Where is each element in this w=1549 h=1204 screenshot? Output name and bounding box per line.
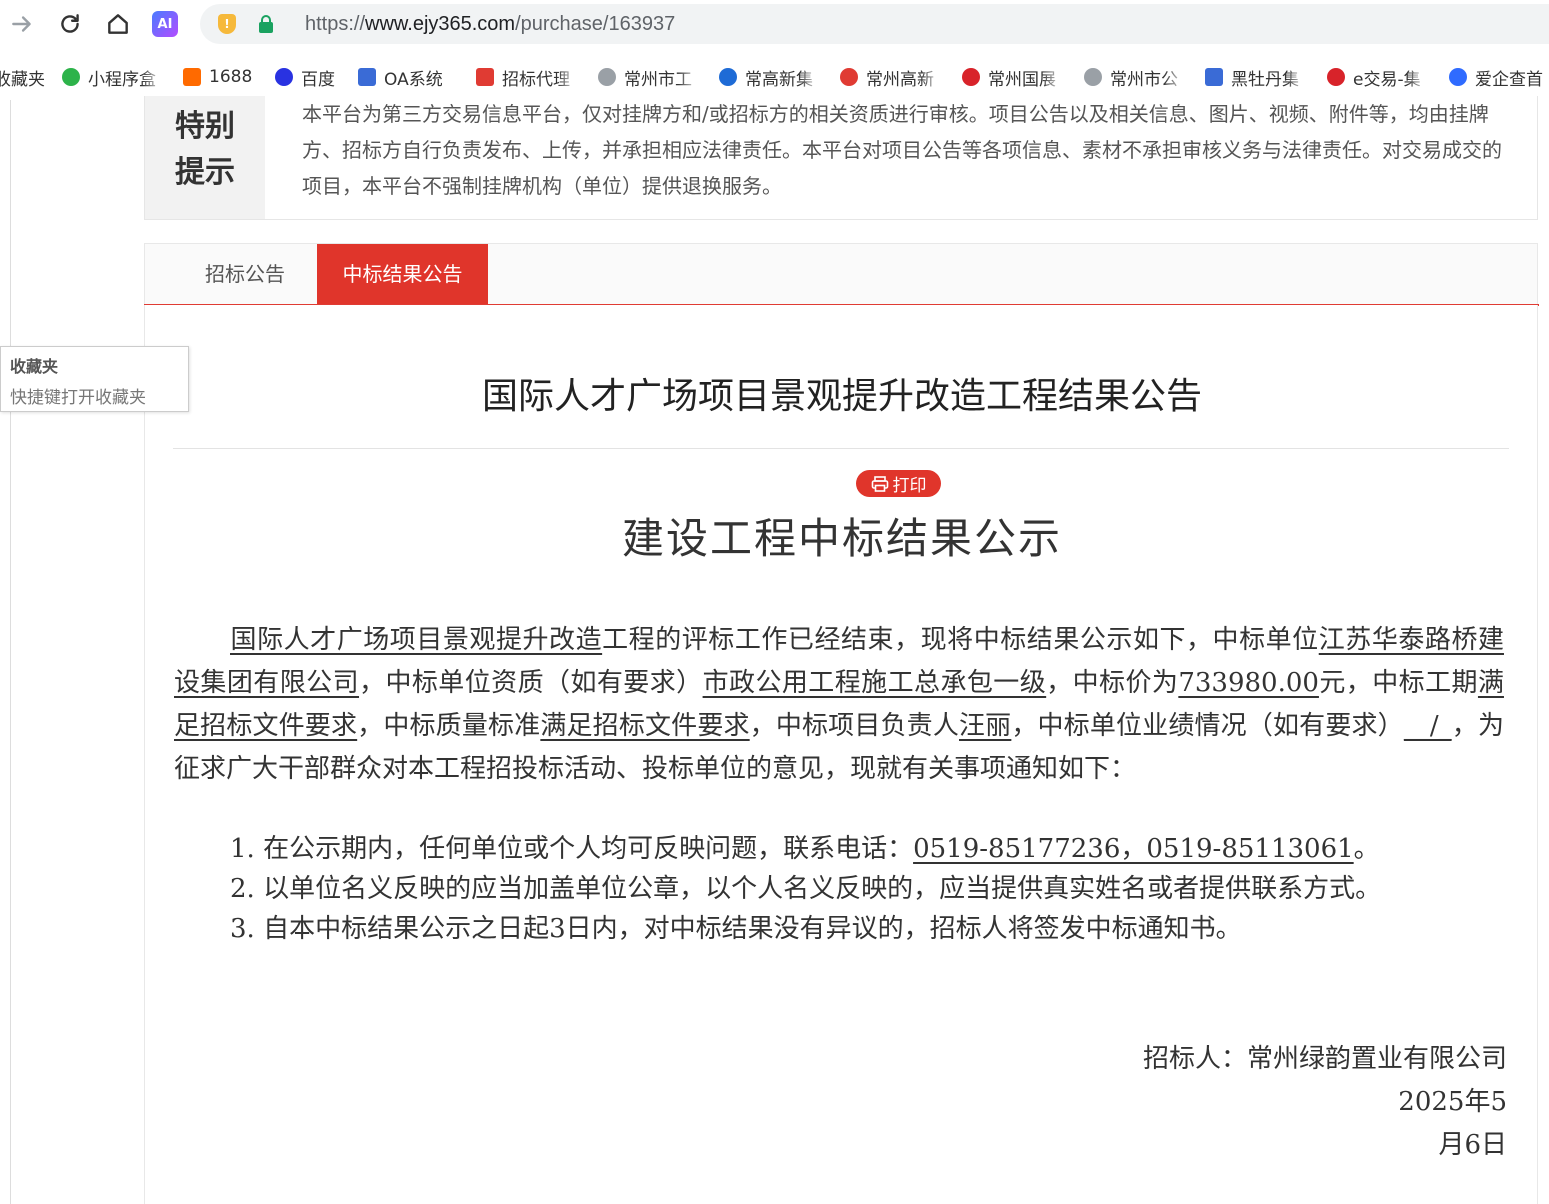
shield-icon[interactable]: !	[218, 14, 236, 34]
bookmark-item[interactable]: OA系统	[358, 64, 453, 90]
print-label: 打印	[892, 476, 927, 496]
result-paragraph: 国际人才广场项目景观提升改造工程的评标工作已经结束，现将中标结果公示如下，中标单…	[174, 619, 1504, 791]
document-subtitle: 建设工程中标结果公示	[621, 514, 1062, 563]
paragraph-text: ，中标单位资质（如有要求）	[359, 668, 703, 698]
bookmark-label: 收藏夹	[0, 69, 45, 90]
paragraph-text: ，中标单位业绩情况（如有要求）	[1011, 711, 1404, 741]
app-icon	[358, 68, 376, 86]
alibaba-icon	[183, 68, 201, 86]
logo-icon	[1327, 68, 1345, 86]
shield-icon	[62, 68, 80, 86]
bookmark-label: 1688	[209, 67, 253, 87]
printer-icon	[871, 475, 888, 492]
project-manager: 汪丽	[959, 711, 1012, 741]
favorites-tooltip: 收藏夹 快捷键打开收藏夹	[0, 346, 189, 412]
bookmark-label: OA系统	[384, 69, 443, 90]
browser-toolbar: AI ! https://www.ejy365.com/purchase/163…	[0, 0, 1549, 50]
forward-button[interactable]	[4, 6, 40, 42]
contact-phone: 0519-85177236，0519-85113061	[913, 834, 1354, 864]
bookmark-item[interactable]: 常州国展	[962, 64, 1064, 90]
reload-icon	[61, 14, 79, 33]
item-text: 。	[1353, 834, 1380, 864]
notice-label-box: 特别提示	[145, 96, 265, 219]
tenderer-name: 招标人：常州绿韵置业有限公司	[1142, 1044, 1507, 1074]
bookmark-item[interactable]: 常州市工	[598, 64, 700, 90]
page-left-border	[10, 100, 11, 1204]
bookmarks-bar: 收藏夹 ▼ 小程序盒 1688 百度 OA系统 招标代理 常州市工 常高新集 常…	[0, 58, 1549, 96]
reload-button[interactable]	[52, 6, 88, 42]
notice-text: 本平台为第三方交易信息平台，仅对挂牌方和/或招标方的相关资质进行审核。项目公告以…	[302, 102, 1502, 198]
address-bar[interactable]: ! https://www.ejy365.com/purchase/163937	[200, 4, 1549, 44]
bookmark-item[interactable]: 常州市公	[1084, 64, 1186, 90]
emblem-icon	[962, 68, 980, 86]
bookmark-item[interactable]: 爱企查首	[1449, 64, 1549, 90]
pdf-icon	[476, 68, 494, 86]
home-button[interactable]	[100, 6, 136, 42]
bookmark-item[interactable]: 1688	[183, 64, 261, 90]
announcement-tabs: 招标公告 中标结果公告	[144, 243, 1539, 306]
list-item: 2. 以单位名义反映的应当加盖单位公章，以个人名义反映的，应当提供真实姓名或者提…	[230, 874, 1382, 904]
url-text[interactable]: https://www.ejy365.com/purchase/163937	[305, 13, 675, 36]
bookmark-label: 百度	[301, 69, 335, 90]
logo-icon	[719, 68, 737, 86]
divider	[173, 448, 1509, 449]
tab-award-result[interactable]: 中标结果公告	[317, 244, 488, 304]
bookmark-item[interactable]: 常高新集	[719, 64, 821, 90]
search-icon	[1449, 68, 1467, 86]
page-title: 国际人才广场项目景观提升改造工程结果公告	[481, 376, 1202, 417]
ai-assistant-button[interactable]: AI	[152, 11, 178, 37]
paragraph-text: ，中标价为	[1046, 668, 1179, 698]
bookmark-item[interactable]: e交易-集	[1327, 64, 1429, 90]
lock-icon[interactable]	[258, 15, 274, 33]
bookmark-label: 爱企查首	[1475, 69, 1543, 90]
bookmark-item[interactable]: 常州高新	[840, 64, 943, 90]
announcement-content: 国际人才广场项目景观提升改造工程结果公告 打印 建设工程中标结果公示 国际人才广…	[144, 305, 1538, 1204]
globe-icon	[1084, 68, 1102, 86]
arrow-right-icon	[12, 16, 31, 32]
home-icon	[108, 14, 128, 34]
bookmark-favorites[interactable]: 收藏夹 ▼	[0, 64, 46, 90]
bookmark-item[interactable]: 百度	[275, 64, 345, 90]
signature-block: 招标人：常州绿韵置业有限公司 2025年5 月6日	[1143, 1038, 1507, 1167]
quality-standard: 满足招标文件要求	[540, 711, 750, 741]
performance-info: __/_	[1403, 711, 1452, 741]
special-notice: 特别提示 本平台为第三方交易信息平台，仅对挂牌方和/或招标方的相关资质进行审核。…	[144, 96, 1538, 220]
notice-items: 1. 在公示期内，任何单位或个人均可反映问题，联系电话：0519-8517723…	[230, 829, 1520, 949]
project-name: 国际人才广场项目景观提升改造	[230, 625, 603, 655]
item-text: 1. 在公示期内，任何单位或个人均可反映问题，联系电话：	[230, 834, 914, 864]
notice-label: 特别提示	[175, 109, 235, 190]
bookmark-item[interactable]: 小程序盒	[62, 64, 164, 90]
paragraph-text: ，中标质量标准	[357, 711, 541, 741]
print-button[interactable]: 打印	[856, 470, 941, 497]
qualification: 市政公用工程施工总承包一级	[702, 668, 1047, 698]
seal-icon	[840, 68, 858, 86]
list-item: 1. 在公示期内，任何单位或个人均可反映问题，联系电话：0519-8517723…	[230, 829, 1520, 869]
date-line: 2025年5	[1398, 1087, 1507, 1117]
baidu-paw-icon	[275, 68, 293, 86]
tooltip-title: 收藏夹	[10, 357, 59, 376]
paragraph-text: 元，中标工期	[1318, 668, 1478, 698]
list-item: 3. 自本中标结果公示之日起3日内，对中标结果没有异议的，招标人将签发中标通知书…	[230, 914, 1242, 944]
bookmark-item[interactable]: 黑牡丹集	[1205, 64, 1308, 90]
globe-icon	[598, 68, 616, 86]
app-icon	[1205, 68, 1223, 86]
tab-tender-notice[interactable]: 招标公告	[185, 244, 305, 304]
tooltip-hint: 快捷键打开收藏夹	[10, 388, 146, 408]
paragraph-text: ，中标项目负责人	[749, 711, 959, 741]
paragraph-text: 工程的评标工作已经结束，现将中标结果公示如下，中标单位	[602, 625, 1319, 655]
date-line: 月6日	[1438, 1130, 1507, 1160]
bookmark-item[interactable]: 招标代理	[476, 64, 579, 90]
winning-price: 733980.00	[1178, 668, 1319, 698]
